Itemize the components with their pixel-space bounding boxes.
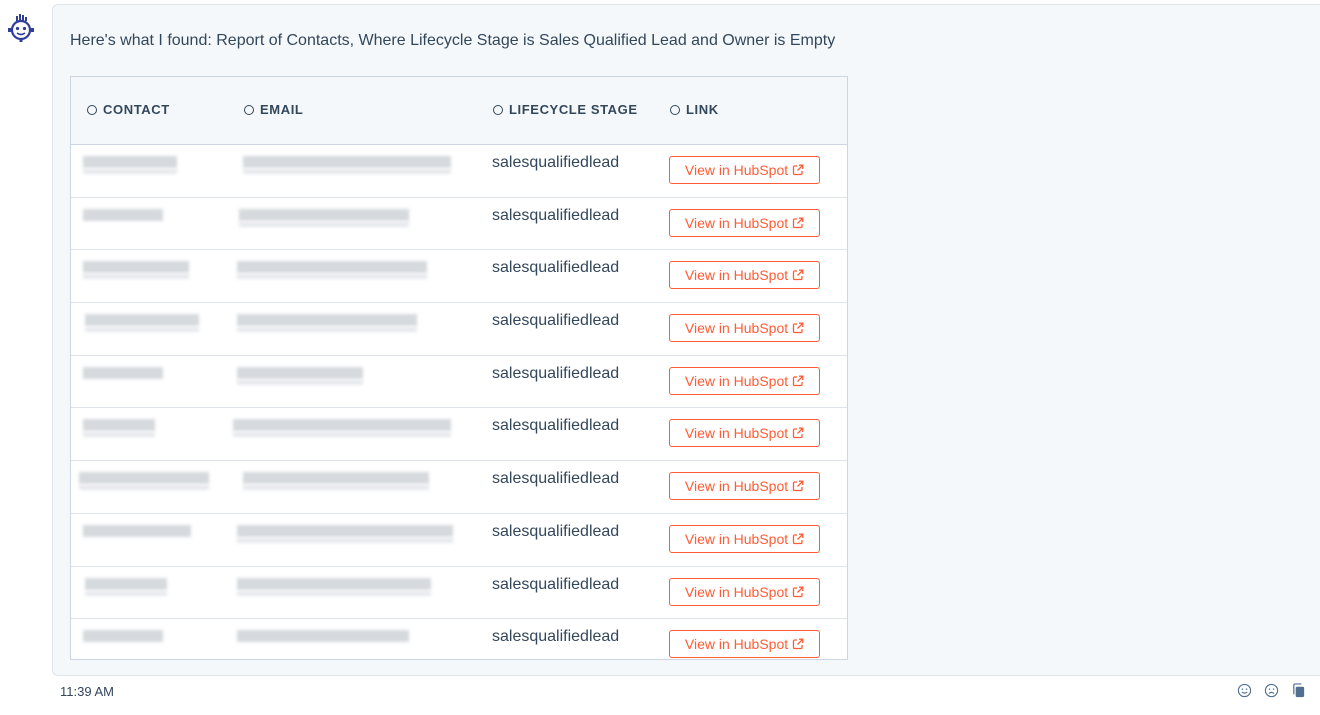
external-link-icon: [792, 480, 804, 492]
external-link-icon: [792, 164, 804, 176]
view-in-hubspot-button[interactable]: View in HubSpot: [669, 208, 820, 237]
email-redacted: [237, 379, 363, 385]
email-redacted: [237, 537, 453, 543]
contact-name-redacted: [83, 419, 155, 432]
contact-name-redacted: [83, 630, 163, 643]
email-redacted: [237, 327, 417, 333]
email-redacted: [237, 366, 363, 379]
contact-name-redacted: [85, 327, 199, 333]
external-link-icon: [792, 375, 804, 386]
email-redacted: [239, 221, 409, 227]
external-link-icon: [792, 269, 804, 281]
email-redacted: [237, 314, 417, 327]
email-redacted: [237, 577, 431, 590]
table-row: salesqualifiedlead View in HubSpot: [71, 567, 847, 620]
external-link-icon: [792, 533, 804, 544]
view-in-hubspot-button[interactable]: View in HubSpot: [669, 156, 820, 184]
contact-name-redacted: [83, 208, 163, 221]
contact-name-redacted: [85, 577, 167, 590]
external-link-icon: [792, 322, 804, 334]
view-in-hubspot-button[interactable]: View in HubSpot: [669, 261, 820, 290]
view-in-hubspot-button[interactable]: View in HubSpot: [669, 314, 820, 343]
email-redacted: [243, 169, 451, 174]
table-row: salesqualifiedlead View in HubSpot: [71, 461, 847, 514]
lifecycle-stage-value: salesqualifiedlead: [492, 575, 620, 593]
lifecycle-stage-value: salesqualifiedlead: [492, 312, 620, 330]
message-timestamp: 11:39 AM: [60, 684, 114, 699]
contact-name-redacted: [83, 274, 189, 280]
view-in-hubspot-button[interactable]: View in HubSpot: [669, 472, 820, 501]
lifecycle-stage-value: salesqualifiedlead: [492, 259, 620, 277]
external-link-icon: [792, 586, 804, 597]
contact-name-redacted: [79, 485, 209, 491]
lifecycle-stage-value: salesqualifiedlead: [492, 154, 620, 171]
table-header: CONTACT EMAIL LIFECYCLE STAGE LINK: [71, 77, 847, 145]
lifecycle-stage-value: salesqualifiedlead: [492, 628, 620, 646]
contact-name-redacted: [83, 524, 191, 537]
message-intro-text: Here's what I found: Report of Contacts,…: [70, 32, 836, 49]
column-header-link[interactable]: LINK: [670, 102, 719, 117]
table-row: salesqualifiedlead View in HubSpot: [71, 303, 847, 356]
contact-name-redacted: [85, 314, 199, 327]
frown-icon[interactable]: [1264, 683, 1279, 698]
contact-name-redacted: [83, 261, 189, 274]
table-row: salesqualifiedlead View in HubSpot: [71, 514, 847, 567]
email-redacted: [237, 630, 409, 643]
email-redacted: [239, 208, 409, 221]
email-redacted: [243, 472, 429, 485]
table-row: salesqualifiedlead View in HubSpot: [71, 356, 847, 409]
sort-circle-icon: [244, 104, 254, 115]
lifecycle-stage-value: salesqualifiedlead: [492, 417, 620, 435]
contacts-report-table: CONTACT EMAIL LIFECYCLE STAGE LINK sales…: [70, 76, 848, 660]
copy-icon[interactable]: [1291, 683, 1306, 698]
external-link-icon: [792, 638, 804, 650]
email-redacted: [243, 485, 429, 491]
external-link-icon: [792, 427, 804, 439]
email-redacted: [233, 419, 451, 432]
contact-name-redacted: [83, 432, 155, 438]
table-row: salesqualifiedlead View in HubSpot: [71, 145, 847, 198]
table-row: salesqualifiedlead View in HubSpot: [71, 619, 847, 671]
view-in-hubspot-button[interactable]: View in HubSpot: [669, 630, 820, 659]
contact-name-redacted: [79, 472, 209, 485]
view-in-hubspot-button[interactable]: View in HubSpot: [669, 366, 820, 395]
email-redacted: [237, 524, 453, 537]
lifecycle-stage-value: salesqualifiedlead: [492, 364, 620, 382]
email-redacted: [243, 156, 451, 168]
sort-circle-icon: [87, 104, 97, 115]
smiley-icon[interactable]: [1237, 683, 1252, 698]
view-in-hubspot-button[interactable]: View in HubSpot: [669, 524, 820, 553]
column-header-contact[interactable]: CONTACT: [87, 102, 170, 117]
column-header-email[interactable]: EMAIL: [244, 102, 303, 117]
contact-name-redacted: [85, 590, 167, 596]
table-row: salesqualifiedlead View in HubSpot: [71, 408, 847, 462]
contact-name-redacted: [83, 156, 177, 168]
sort-circle-icon: [670, 104, 680, 115]
bot-message-bubble: Here's what I found: Report of Contacts,…: [52, 4, 1320, 676]
email-redacted: [237, 590, 431, 596]
chatbot-avatar-icon: [8, 14, 34, 42]
contact-name-redacted: [83, 169, 177, 174]
view-in-hubspot-button[interactable]: View in HubSpot: [669, 419, 820, 448]
message-actions: [1237, 683, 1306, 698]
email-redacted: [233, 432, 451, 438]
view-in-hubspot-button[interactable]: View in HubSpot: [669, 577, 820, 606]
column-header-lifecycle-stage[interactable]: LIFECYCLE STAGE: [493, 102, 638, 117]
lifecycle-stage-value: salesqualifiedlead: [492, 470, 620, 488]
lifecycle-stage-value: salesqualifiedlead: [492, 522, 620, 540]
email-redacted: [237, 274, 427, 280]
contact-name-redacted: [83, 366, 163, 379]
external-link-icon: [792, 217, 804, 228]
lifecycle-stage-value: salesqualifiedlead: [492, 206, 620, 224]
email-redacted: [237, 261, 427, 274]
table-row: salesqualifiedlead View in HubSpot: [71, 250, 847, 304]
table-row: salesqualifiedlead View in HubSpot: [71, 198, 847, 251]
sort-circle-icon: [493, 104, 503, 115]
